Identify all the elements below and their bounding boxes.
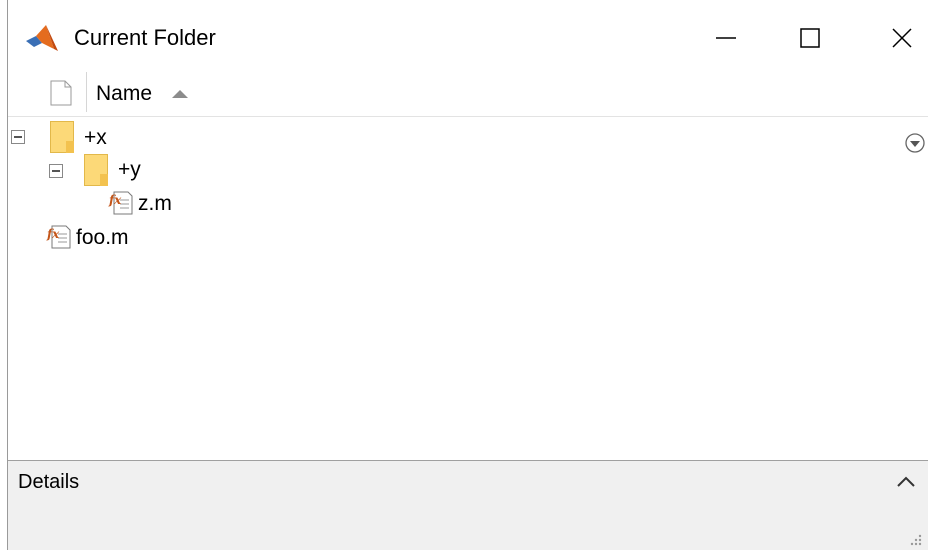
close-icon	[892, 28, 912, 48]
svg-text:fx: fx	[108, 193, 122, 207]
minimize-icon	[716, 37, 736, 39]
details-title: Details	[18, 471, 80, 493]
matlab-logo-icon	[26, 25, 58, 51]
tree-item-folder-y[interactable]: +y	[0, 154, 300, 188]
name-column-header[interactable]: Name	[96, 82, 152, 106]
collapse-icon[interactable]	[11, 130, 25, 144]
file-icon[interactable]	[50, 80, 72, 106]
folder-icon	[50, 121, 74, 153]
folder-icon	[84, 154, 108, 186]
m-file-icon: fx	[46, 225, 71, 249]
maximize-icon	[800, 28, 820, 48]
tree-item-label: foo.m	[76, 226, 129, 249]
close-button[interactable]	[872, 14, 928, 62]
file-tree[interactable]: +x +y fx z.m fx foo.m	[0, 116, 928, 460]
chevron-up-icon[interactable]	[894, 473, 918, 491]
tree-item-label: z.m	[138, 192, 172, 215]
window-title: Current Folder	[74, 25, 216, 50]
tree-item-file-z[interactable]: fx z.m	[0, 188, 300, 222]
column-separator[interactable]	[86, 72, 87, 112]
tree-item-label: +x	[84, 126, 107, 149]
title-bar[interactable]: Current Folder	[8, 0, 928, 76]
current-folder-window: Current Folder Name +x +y fx z.m fx foo.…	[0, 0, 928, 550]
collapse-icon[interactable]	[49, 164, 63, 178]
actions-dropdown-icon[interactable]	[904, 132, 926, 154]
minimize-button[interactable]	[696, 14, 756, 62]
resize-grip-icon[interactable]	[906, 530, 924, 548]
m-file-icon: fx	[108, 191, 133, 215]
tree-item-file-foo[interactable]: fx foo.m	[0, 222, 300, 256]
column-header: Name	[8, 68, 928, 117]
sort-ascending-icon	[172, 90, 188, 98]
tree-item-folder-x[interactable]: +x	[0, 120, 300, 154]
details-panel-header[interactable]: Details	[8, 460, 928, 504]
svg-text:fx: fx	[46, 227, 60, 241]
tree-item-label: +y	[118, 158, 141, 181]
details-panel-body	[8, 503, 928, 550]
maximize-button[interactable]	[780, 14, 840, 62]
